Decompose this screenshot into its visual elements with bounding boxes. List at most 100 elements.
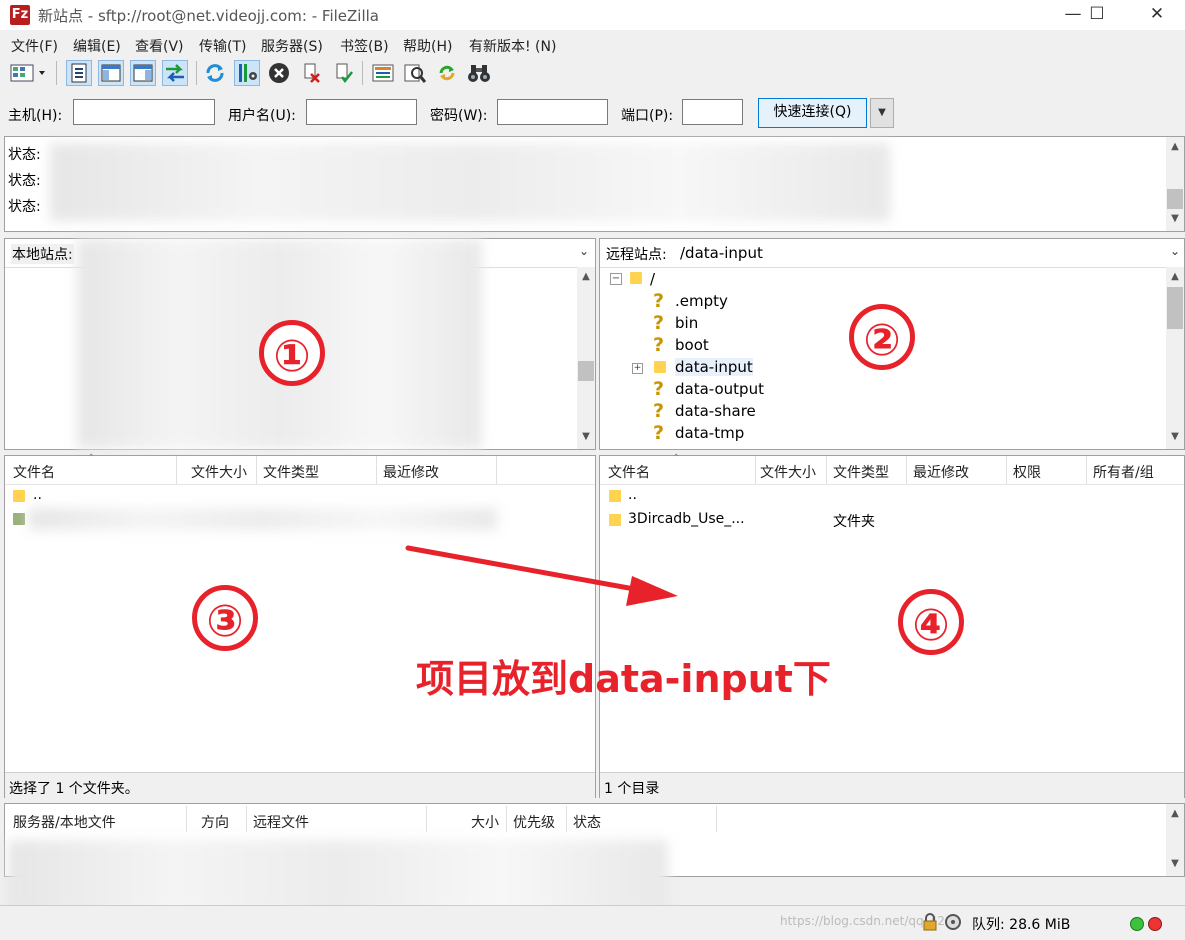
remote-tree-scrollbar[interactable]: ▲ ▼ — [1166, 267, 1184, 449]
quickconnect-button[interactable]: 快速连接(Q) — [758, 98, 867, 128]
tree-item[interactable]: boot — [675, 336, 709, 354]
column-header-type[interactable]: 文件类型 — [833, 462, 889, 482]
site-manager-icon — [10, 64, 45, 82]
log-label: 状态: — [8, 147, 41, 163]
local-tree-scrollbar[interactable]: ▲ ▼ — [577, 267, 595, 449]
file-row-parent[interactable]: .. — [33, 487, 42, 503]
toggle-remote-tree-button[interactable] — [130, 60, 156, 86]
tree-item[interactable]: bin — [675, 314, 698, 332]
password-label: 密码(W): — [430, 108, 488, 124]
compare-icon — [404, 64, 426, 83]
annotation-circle-4: ④ — [898, 589, 964, 655]
folder-icon — [609, 514, 621, 526]
column-header-filename[interactable]: 文件名 — [608, 462, 650, 482]
remote-site-label: 远程站点: — [606, 247, 667, 263]
search-remote-button[interactable] — [466, 60, 492, 86]
local-site-label: 本地站点: — [11, 244, 74, 264]
tree-item[interactable]: data-share — [675, 402, 756, 420]
redacted-log-text — [50, 143, 890, 221]
remote-path-input[interactable]: /data-input — [680, 244, 763, 262]
unknown-icon: ? — [653, 312, 665, 334]
username-label: 用户名(U): — [228, 108, 296, 124]
menu-help[interactable]: 帮助(H) — [403, 36, 452, 56]
cancel-operation-button[interactable] — [266, 60, 292, 86]
column-header-size[interactable]: 文件大小 — [191, 462, 247, 482]
cancel-icon — [269, 63, 289, 83]
reconnect-button[interactable] — [330, 60, 356, 86]
filter-icon — [372, 64, 394, 82]
menu-edit[interactable]: 编辑(E) — [73, 36, 121, 56]
queue-header-direction[interactable]: 方向 — [201, 812, 229, 832]
transfer-queue-icon — [166, 64, 184, 82]
column-header-size[interactable]: 文件大小 — [760, 462, 816, 482]
directory-listing-filter-button[interactable] — [370, 60, 396, 86]
refresh-button[interactable] — [202, 60, 228, 86]
host-label: 主机(H): — [8, 108, 63, 124]
remote-site-bar: 远程站点: /data-input ⌄ — [600, 239, 1184, 268]
menu-server[interactable]: 服务器(S) — [261, 36, 323, 56]
maximize-button[interactable]: ☐ — [1074, 0, 1120, 30]
site-manager-button[interactable] — [8, 60, 48, 86]
queue-header-server-local[interactable]: 服务器/本地文件 — [13, 812, 116, 832]
sync-browsing-icon — [439, 65, 455, 81]
queue-header-priority[interactable]: 优先级 — [513, 812, 555, 832]
tree-item[interactable]: .empty — [675, 292, 728, 310]
receive-activity-led-icon — [1130, 917, 1144, 931]
file-row-parent[interactable]: .. — [628, 487, 637, 503]
queue-header-status[interactable]: 状态 — [573, 812, 601, 832]
unknown-icon: ? — [653, 422, 665, 444]
remote-status-text: 1 个目录 — [604, 781, 660, 797]
quickconnect-history-dropdown[interactable]: ▼ — [870, 98, 894, 128]
disconnect-icon — [304, 63, 320, 83]
username-input[interactable] — [306, 99, 417, 125]
sync-browsing-button[interactable] — [434, 60, 460, 86]
annotation-arrow-icon — [405, 545, 678, 606]
tree-item[interactable]: data-output — [675, 380, 764, 398]
tree-item[interactable]: data-tmp — [675, 424, 744, 442]
toggle-log-button[interactable] — [66, 60, 92, 86]
toggle-local-tree-button[interactable] — [98, 60, 124, 86]
compare-directories-button[interactable] — [402, 60, 428, 86]
folder-icon — [13, 513, 25, 525]
password-input[interactable] — [497, 99, 608, 125]
process-queue-button[interactable] — [234, 60, 260, 86]
local-list-header: ⌃ 文件名 文件大小 文件类型 最近修改 — [5, 453, 595, 485]
menu-file[interactable]: 文件(F) — [11, 36, 58, 56]
toggle-queue-button[interactable] — [162, 60, 188, 86]
queue-scrollbar[interactable]: ▲ ▼ — [1166, 804, 1184, 876]
file-row-name[interactable]: 3Dircadb_Use_... — [628, 511, 745, 527]
local-status-bar: 选择了 1 个文件夹。 — [5, 772, 595, 798]
queue-header-remote-file[interactable]: 远程文件 — [253, 812, 309, 832]
menu-new-version[interactable]: 有新版本! (N) — [469, 36, 556, 56]
column-header-modified[interactable]: 最近修改 — [913, 462, 969, 482]
remote-status-bar: 1 个目录 — [600, 772, 1184, 798]
menu-view[interactable]: 查看(V) — [135, 36, 184, 56]
remote-list-header: ⌃ 文件名 文件大小 文件类型 最近修改 权限 所有者/组 — [600, 453, 1184, 485]
toolbar — [0, 57, 1185, 91]
collapse-icon[interactable]: − — [610, 273, 622, 285]
column-header-modified[interactable]: 最近修改 — [383, 462, 439, 482]
unknown-icon: ? — [653, 400, 665, 422]
column-header-filename[interactable]: 文件名 — [13, 462, 55, 482]
process-queue-icon — [239, 64, 257, 82]
tree-item-root[interactable]: / — [650, 270, 655, 288]
queue-header-size[interactable]: 大小 — [471, 812, 499, 832]
menu-bookmarks[interactable]: 书签(B) — [340, 36, 389, 56]
log-scrollbar[interactable]: ▲ ▼ — [1166, 137, 1184, 231]
menu-transfer[interactable]: 传输(T) — [199, 36, 246, 56]
expand-icon[interactable]: + — [632, 363, 643, 374]
annotation-caption: 项目放到data-input下 — [416, 657, 831, 701]
remote-path-dropdown-icon[interactable]: ⌄ — [1170, 244, 1180, 258]
column-header-type[interactable]: 文件类型 — [263, 462, 319, 482]
unknown-icon: ? — [653, 334, 665, 356]
column-header-permissions[interactable]: 权限 — [1013, 462, 1041, 482]
close-button[interactable]: ✕ — [1134, 0, 1180, 30]
host-input[interactable] — [73, 99, 215, 125]
disconnect-button[interactable] — [298, 60, 324, 86]
unknown-icon: ? — [653, 290, 665, 312]
local-tree-icon — [101, 64, 121, 82]
column-header-owner[interactable]: 所有者/组 — [1093, 462, 1154, 482]
tree-item-selected[interactable]: data-input — [675, 358, 753, 376]
port-input[interactable] — [682, 99, 743, 125]
local-path-dropdown-icon[interactable]: ⌄ — [579, 244, 589, 258]
